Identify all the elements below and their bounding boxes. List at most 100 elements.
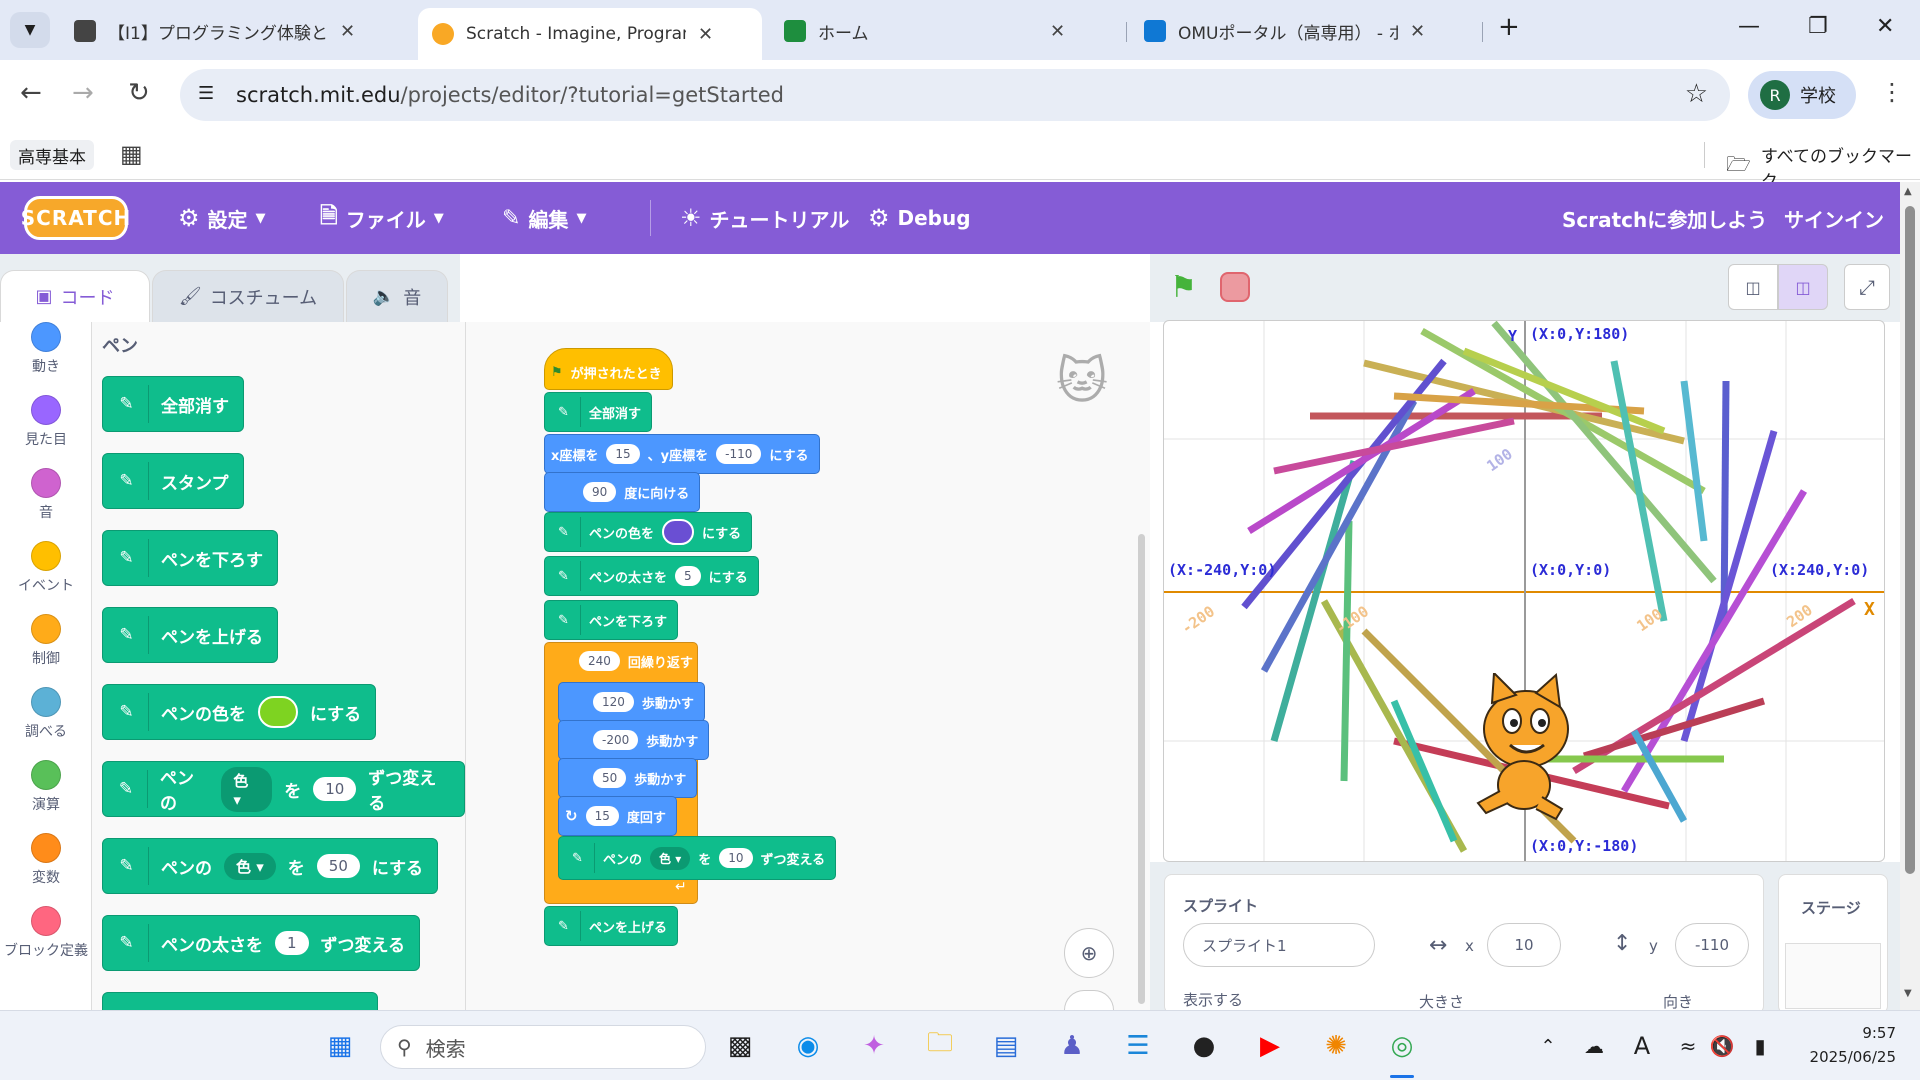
tab-sounds[interactable]: 🔈 音 — [346, 270, 448, 322]
g-app-icon[interactable]: ● — [1184, 1026, 1224, 1066]
battery-icon[interactable]: ▮ — [1740, 1026, 1780, 1066]
value-input[interactable]: 10 — [313, 777, 357, 801]
pen-up-block[interactable]: ✎ ペンを上げる — [544, 906, 679, 946]
more-menu-icon[interactable]: ⋮ — [1880, 78, 1904, 106]
task-view-icon[interactable]: ▩ — [720, 1026, 760, 1066]
settings-menu[interactable]: ⚙ 設定 ▼ — [178, 182, 266, 254]
close-icon[interactable]: ✕ — [1050, 21, 1065, 42]
restore-button[interactable]: ❐ — [1808, 14, 1828, 39]
scroll-down-arrow-icon[interactable]: ▼ — [1904, 988, 1912, 999]
stage-thumbnail[interactable] — [1785, 943, 1881, 1009]
fullscreen-button[interactable]: ⤢ — [1844, 264, 1890, 310]
url-input[interactable]: ☰ scratch.mit.edu/projects/editor/?tutor… — [180, 69, 1730, 121]
move-steps-block[interactable]: -200 歩動かす — [558, 720, 710, 760]
category-variables[interactable]: 変数 — [0, 833, 92, 887]
cloud-icon[interactable]: ☁ — [1574, 1026, 1614, 1066]
profile-button[interactable]: R 学校 — [1748, 71, 1856, 119]
category-sound[interactable]: 音 — [0, 468, 92, 522]
windows-start-icon[interactable]: ▦ — [320, 1026, 360, 1066]
reload-icon[interactable]: ↻ — [128, 78, 150, 108]
tab-code[interactable]: ▣ コード — [0, 270, 150, 322]
color-swatch[interactable] — [258, 696, 298, 728]
category-motion[interactable]: 動き — [0, 322, 92, 376]
go-to-xy-block[interactable]: x座標を 15 、y座標を -110 にする — [544, 434, 820, 474]
move-steps-block[interactable]: 50 歩動かす — [558, 758, 698, 798]
apps-grid-icon[interactable]: ▦ — [120, 140, 143, 168]
value-input[interactable]: 1 — [275, 931, 309, 955]
value-input[interactable]: 10 — [719, 848, 753, 868]
set-pen-size-block[interactable]: ✎ ペンの太さを 5 にする — [544, 556, 759, 596]
close-icon[interactable]: ✕ — [340, 21, 355, 42]
steps-input[interactable]: 50 — [593, 768, 627, 788]
tab-costumes[interactable]: 🖌 コスチューム — [152, 270, 344, 322]
normal-stage-button[interactable]: ◫ — [1778, 264, 1828, 310]
set-pen-color-block[interactable]: ✎ ペンの色を にする — [102, 684, 377, 740]
bookmark-item[interactable]: 高専基本 — [10, 140, 94, 170]
green-flag-button[interactable]: ⚑ — [1170, 270, 1197, 305]
page-scrollbar[interactable]: ▲ ▼ — [1900, 182, 1920, 1010]
value-input[interactable]: 50 — [316, 854, 360, 878]
clock[interactable]: 9:57 2025/06/25 — [1796, 1021, 1896, 1069]
move-steps-block[interactable]: 120 歩動かす — [558, 682, 705, 722]
category-control[interactable]: 制御 — [0, 614, 92, 668]
repeat-count-input[interactable]: 240 — [579, 651, 620, 671]
zoom-in-button[interactable]: ⊕ — [1064, 928, 1114, 978]
join-scratch-link[interactable]: Scratchに参加しよう — [1562, 182, 1767, 254]
ime-icon[interactable]: A — [1622, 1026, 1662, 1066]
steps-input[interactable]: -200 — [593, 730, 639, 750]
stage-selector[interactable]: ステージ — [1778, 874, 1888, 1014]
browser-tab-3[interactable]: ホーム ✕ — [770, 10, 1110, 52]
category-sensing[interactable]: 調べる — [0, 687, 92, 741]
back-arrow-icon[interactable]: ← — [20, 78, 42, 108]
param-dropdown[interactable]: 色 ▾ — [224, 852, 276, 880]
browser-tab-1[interactable]: 【I1】プログラミング体験とHP作成実 ✕ — [60, 10, 410, 52]
x-input[interactable]: 15 — [606, 444, 640, 464]
speaker-muted-icon[interactable]: 🔇 — [1702, 1026, 1742, 1066]
close-window-button[interactable]: ✕ — [1876, 14, 1894, 39]
cat-sprite[interactable] — [1464, 670, 1584, 823]
new-tab-button[interactable]: + — [1498, 12, 1520, 42]
browser-tab-2[interactable]: Scratch - Imagine, Program, Sha ✕ — [418, 8, 762, 60]
stamp-block[interactable]: ✎ スタンプ — [102, 453, 244, 509]
star-icon[interactable]: ☆ — [1685, 79, 1708, 109]
teams-icon[interactable]: ♟ — [1052, 1026, 1092, 1066]
store-icon[interactable]: ▤ — [986, 1026, 1026, 1066]
set-pen-color-block[interactable]: ✎ ペンの色を にする — [544, 512, 753, 552]
category-events[interactable]: イベント — [0, 541, 92, 595]
y-input[interactable]: -110 — [1675, 923, 1749, 967]
pen-down-block[interactable]: ✎ ペンを下ろす — [102, 530, 278, 586]
tab-search-button[interactable]: ▼ — [10, 12, 50, 48]
forward-arrow-icon[interactable]: → — [72, 78, 94, 108]
direction-input[interactable]: 90 — [583, 482, 617, 502]
y-input[interactable]: -110 — [716, 444, 762, 464]
stop-button[interactable] — [1220, 272, 1250, 302]
chrome-icon[interactable]: ◎ — [1382, 1026, 1422, 1066]
scroll-up-arrow-icon[interactable]: ▲ — [1904, 186, 1912, 197]
scrollbar-thumb[interactable] — [1905, 206, 1915, 874]
close-icon[interactable]: ✕ — [698, 24, 713, 45]
change-pen-param-block[interactable]: ✎ ペンの 色 ▾ を 10 ずつ変える — [558, 836, 837, 880]
minimize-button[interactable]: — — [1738, 14, 1760, 39]
copilot-icon[interactable]: ✦ — [854, 1026, 894, 1066]
browser-tab-4[interactable]: OMUポータル（高専用） - ホーム ✕ — [1130, 10, 1470, 52]
youtube-icon[interactable]: ▶ — [1250, 1026, 1290, 1066]
taskbar-search[interactable]: ⚲ 検索 — [380, 1025, 706, 1069]
partial-block[interactable] — [102, 992, 378, 1010]
size-input[interactable]: 5 — [675, 566, 701, 586]
code-area[interactable]: 🐱 ⚑ が押されたとき ✎ 全部消す x座標を 15 、y座標を -110 にする… — [466, 322, 1150, 1010]
category-operators[interactable]: 演算 — [0, 760, 92, 814]
param-dropdown[interactable]: 色 ▾ — [650, 846, 691, 870]
zoom-out-button[interactable] — [1064, 990, 1114, 1010]
small-stage-button[interactable]: ◫ — [1728, 264, 1778, 310]
blender-icon[interactable]: ✺ — [1316, 1026, 1356, 1066]
change-pen-size-block[interactable]: ✎ ペンの太さを 1 ずつ変える — [102, 915, 421, 971]
close-icon[interactable]: ✕ — [1410, 21, 1425, 42]
site-info-icon[interactable]: ☰ — [198, 83, 214, 104]
scratch-logo[interactable]: SCRATCH — [21, 196, 130, 240]
param-dropdown[interactable]: 色 ▾ — [221, 766, 273, 812]
debug-button[interactable]: ⚙ Debug — [868, 182, 971, 254]
tutorials-button[interactable]: ☀ チュートリアル — [680, 182, 849, 254]
stage-canvas[interactable]: Y (X:0,Y:180) (X:-240,Y:0) (X:0,Y:0) (X:… — [1163, 320, 1885, 862]
color-swatch[interactable] — [662, 519, 695, 545]
clear-block[interactable]: ✎ 全部消す — [544, 392, 653, 432]
